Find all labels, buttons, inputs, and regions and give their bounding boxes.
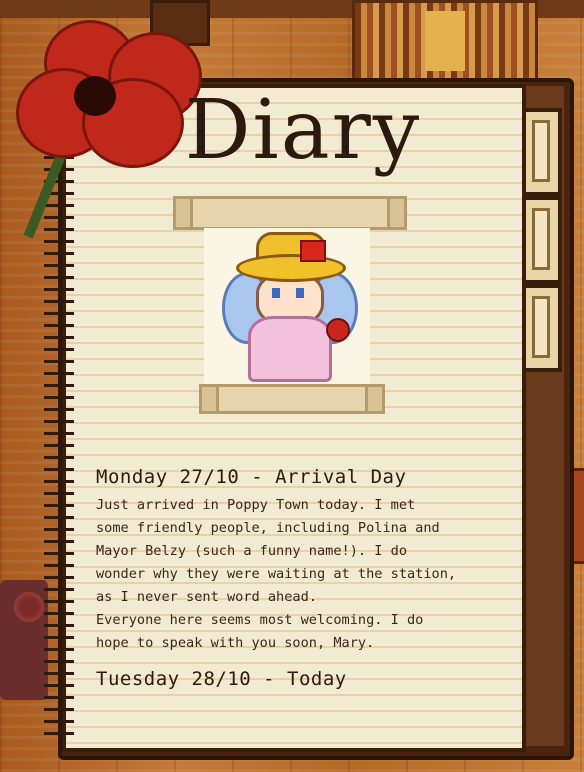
spiral-binding [44,120,74,740]
entry-date: Tuesday 28/10 - Today [96,668,347,690]
bookmark-tab-3[interactable] [522,284,562,372]
bookmark-tab-2[interactable] [522,196,562,284]
entry-text: Just arrived in Poppy Town today. I met … [96,497,457,651]
title-banner [173,196,407,230]
bookmark-tab-1[interactable] [522,108,562,196]
plant-flower-icon [14,592,44,622]
diary-title: Diary [184,83,422,178]
rug-center [425,11,465,71]
poppy-flower-icon [12,16,202,168]
entry-date: Monday 27/10 - Arrival Day [96,466,407,488]
character-portrait [204,228,370,384]
portrait-banner [199,384,385,414]
striped-rug [352,0,538,84]
